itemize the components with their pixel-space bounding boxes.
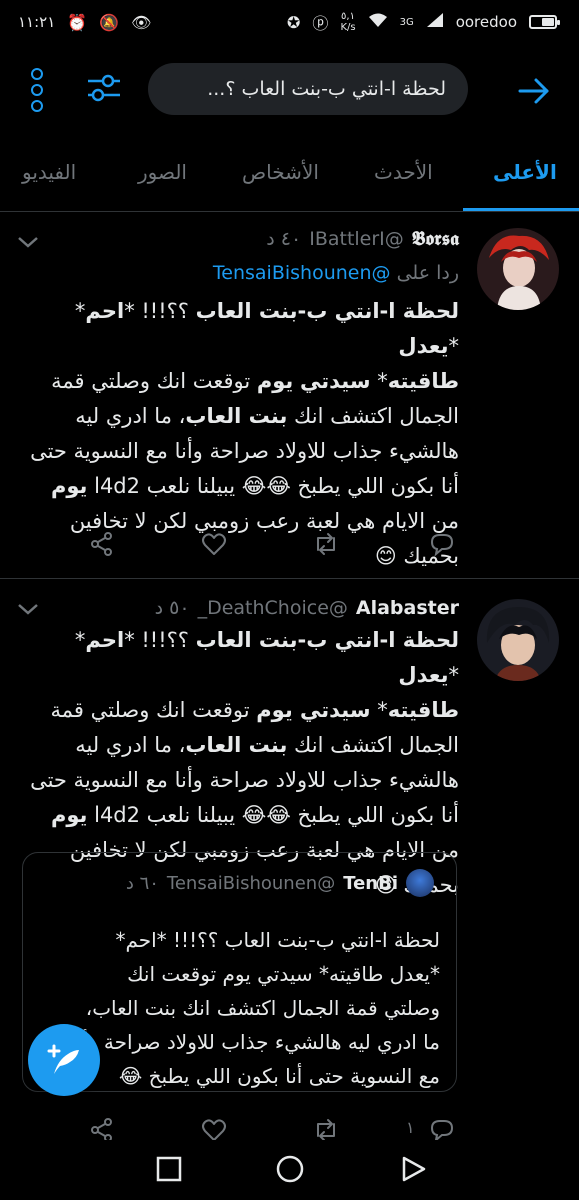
net-speed-unit: K/s: [340, 22, 356, 33]
search-header: لحظة ا-انتي ب-بنت العاب ؟...: [0, 56, 579, 126]
battery-icon: [529, 15, 560, 29]
display-name[interactable]: 𝕭𝖔𝖗𝖘𝖆: [412, 228, 459, 250]
more-options-icon[interactable]: [22, 68, 52, 112]
tweet[interactable]: 𝕭𝖔𝖗𝖘𝖆 @IBattlerI ٤٠ د ردا على @TensaiBis…: [0, 212, 579, 578]
reply-context: ردا على @TensaiBishounen: [213, 262, 459, 284]
carrier: ooredoo: [455, 13, 517, 31]
tab-top[interactable]: الأعلى: [493, 160, 557, 184]
search-tabs: الأعلى الأحدث الأشخاص الصور الفيديو: [0, 140, 579, 212]
alarm-icon: ⏰: [67, 12, 88, 32]
net-speed-value: ٥,١: [341, 11, 355, 22]
reply-icon[interactable]: [428, 530, 456, 558]
share-icon[interactable]: [88, 530, 116, 558]
compose-feather-icon: [47, 1044, 79, 1074]
signal-type: 3G: [399, 16, 414, 28]
star-icon: ✪: [287, 12, 301, 32]
wifi-icon: [368, 12, 388, 32]
status-bar: ١١:٢١ ⏰ 🔕 👁 ✪ ⓟ ٥,١ K/s 3G ooredoo: [0, 0, 579, 44]
quoted-avatar: [406, 869, 434, 897]
tweet-menu-chevron-icon[interactable]: [16, 601, 40, 617]
compose-tweet-button[interactable]: [28, 1024, 100, 1096]
quoted-handle: @TensaiBishounen: [166, 872, 336, 894]
system-nav-bar: [0, 1140, 579, 1200]
back-arrow-icon[interactable]: [516, 73, 552, 109]
tweet-header: 𝕭𝖔𝖗𝖘𝖆 @IBattlerI ٤٠ د: [266, 228, 459, 250]
signal-icon: [426, 12, 444, 32]
display-name[interactable]: Alabaster: [356, 597, 459, 619]
status-left: ١١:٢١ ⏰ 🔕 👁: [18, 13, 151, 32]
mute-icon: 🔕: [99, 12, 120, 32]
timestamp: ٤٠ د: [266, 228, 302, 250]
pinterest-icon: ⓟ: [312, 14, 329, 33]
home-icon[interactable]: [275, 1154, 305, 1184]
tab-videos[interactable]: الفيديو: [22, 160, 76, 184]
search-input[interactable]: لحظة ا-انتي ب-بنت العاب ؟...: [148, 63, 468, 115]
tab-people[interactable]: الأشخاص: [242, 160, 319, 184]
reply-to-handle[interactable]: @TensaiBishounen: [213, 262, 391, 284]
avatar[interactable]: [477, 228, 559, 310]
reply-label: ردا على: [396, 262, 459, 284]
search-filter-icon[interactable]: [84, 68, 124, 108]
handle[interactable]: @IBattlerI: [309, 228, 404, 250]
tweet-actions: [0, 530, 579, 560]
avatar[interactable]: [477, 599, 559, 681]
tab-photos[interactable]: الصور: [138, 160, 187, 184]
retweet-icon[interactable]: [312, 530, 340, 558]
recent-apps-icon[interactable]: [154, 1154, 184, 1184]
quoted-tweet-header: TenBi @TensaiBishounen ٦٠ د: [126, 869, 434, 897]
back-icon[interactable]: [398, 1154, 428, 1184]
active-tab-indicator: [463, 208, 579, 211]
tweet-header: Alabaster @DeathChoice_ ٥٠ د: [155, 597, 459, 619]
handle[interactable]: @DeathChoice_: [198, 597, 348, 619]
tab-latest[interactable]: الأحدث: [374, 160, 433, 184]
tweet-menu-chevron-icon[interactable]: [16, 234, 40, 250]
like-icon[interactable]: [200, 530, 228, 558]
timestamp: ٥٠ د: [154, 597, 190, 619]
net-speed: ٥,١ K/s: [340, 11, 355, 33]
quoted-display-name: TenBi: [343, 872, 398, 894]
eye-icon: 👁: [131, 12, 152, 32]
quoted-timestamp: ٦٠ د: [125, 872, 159, 894]
status-right: ✪ ⓟ ٥,١ K/s 3G ooredoo: [287, 10, 560, 34]
clock: ١١:٢١: [18, 13, 56, 31]
reply-count: ١: [406, 1118, 415, 1137]
